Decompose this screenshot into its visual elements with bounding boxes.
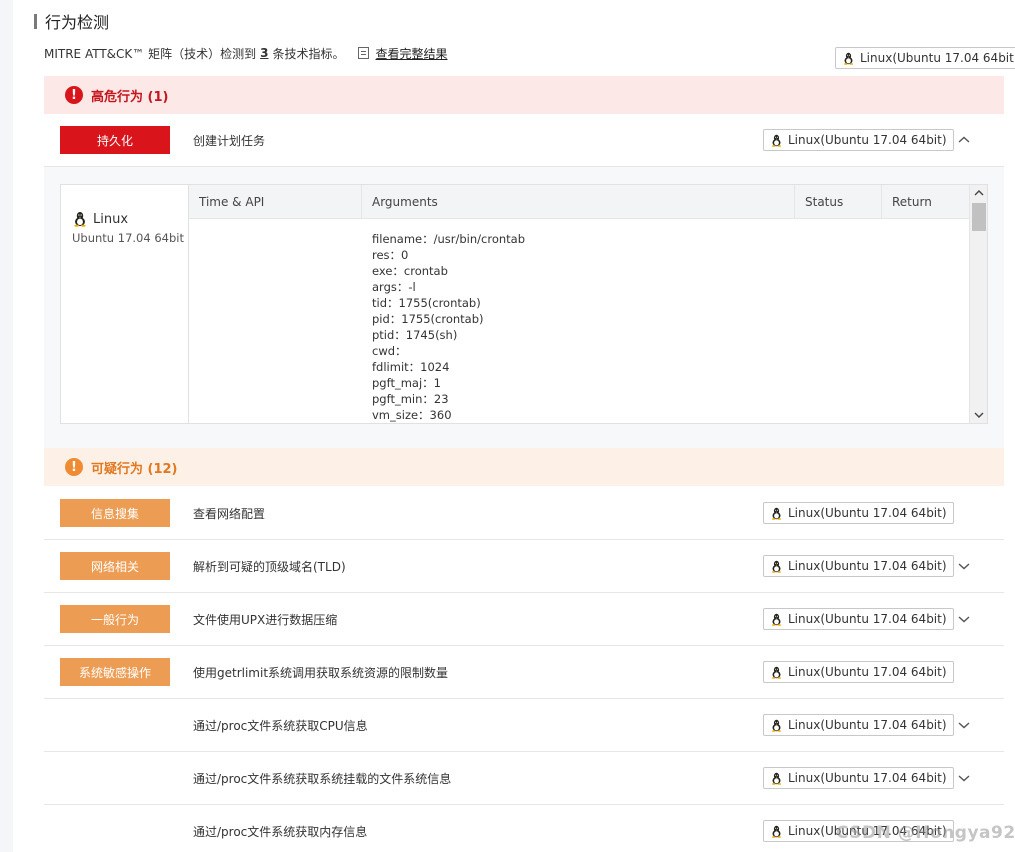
behavior-description: 通过/proc文件系统获取CPU信息 xyxy=(193,718,368,733)
tux-icon xyxy=(772,772,781,785)
scrollbar-thumb[interactable] xyxy=(972,203,986,231)
table-header: Time & API Arguments Status Return xyxy=(189,185,969,219)
os-tag-label: Linux(Ubuntu 17.04 64bit) xyxy=(860,51,1015,65)
behavior-description: 解析到可疑的顶级域名(TLD) xyxy=(193,559,346,574)
detail-card: Linux Ubuntu 17.04 64bit Time & API Argu… xyxy=(60,184,988,424)
chevron-down-icon[interactable] xyxy=(956,612,972,626)
os-tag: Linux(Ubuntu 17.04 64bit) xyxy=(763,608,954,630)
os-tag: Linux(Ubuntu 17.04 64bit) xyxy=(763,767,954,789)
behavior-tag: 信息搜集 xyxy=(60,499,170,527)
mitre-summary: MITRE ATT&CK™ 矩阵（技术）检测到 3 条技术指标。 查看完整结果 xyxy=(44,44,448,62)
chevron-down-icon[interactable] xyxy=(956,559,972,573)
os-tag-label: Linux(Ubuntu 17.04 64bit) xyxy=(788,559,947,573)
behavior-detail-panel: Linux Ubuntu 17.04 64bit Time & API Argu… xyxy=(44,166,1004,448)
behavior-row[interactable]: 系统敏感操作 使用getrlimit系统调用获取系统资源的限制数量 Linux(… xyxy=(44,646,1004,699)
host-os-version: Ubuntu 17.04 64bit xyxy=(72,231,184,245)
host-os: Linux xyxy=(73,211,128,227)
tux-icon xyxy=(772,134,781,147)
os-tag: Linux(Ubuntu 17.04 64bit) xyxy=(763,502,954,524)
behavior-row[interactable]: 一般行为 文件使用UPX进行数据压缩 Linux(Ubuntu 17.04 64… xyxy=(44,593,1004,646)
behavior-tag: 网络相关 xyxy=(60,552,170,580)
os-tag: Linux(Ubuntu 17.04 64bit) xyxy=(763,555,954,577)
argument-line: fdlimit：1024 xyxy=(372,360,450,374)
arguments-cell: filename：/usr/bin/crontab res：0 exe：cron… xyxy=(372,231,525,423)
os-tag-label: Linux(Ubuntu 17.04 64bit) xyxy=(788,133,947,147)
host-info: Linux Ubuntu 17.04 64bit xyxy=(61,185,189,423)
os-tag: Linux(Ubuntu 17.04 64bit) xyxy=(835,47,1015,69)
mitre-suffix: 条技术指标。 xyxy=(272,46,345,61)
argument-line: tid：1755(crontab) xyxy=(372,296,481,310)
behavior-tag: 一般行为 xyxy=(60,605,170,633)
chevron-up-icon[interactable] xyxy=(956,133,972,147)
title-bar-marker xyxy=(34,13,37,29)
os-tag: Linux(Ubuntu 17.04 64bit) xyxy=(763,129,954,151)
behavior-description: 通过/proc文件系统获取系统挂载的文件系统信息 xyxy=(193,771,452,786)
column-header-status[interactable]: Status xyxy=(795,185,882,219)
behavior-description: 通过/proc文件系统获取内存信息 xyxy=(193,824,368,839)
argument-line: pgft_min：23 xyxy=(372,392,449,406)
tux-icon xyxy=(772,666,781,679)
behavior-row[interactable]: 网络相关 解析到可疑的顶级域名(TLD) Linux(Ubuntu 17.04 … xyxy=(44,540,1004,593)
mitre-count[interactable]: 3 xyxy=(260,46,268,60)
os-tag: Linux(Ubuntu 17.04 64bit) xyxy=(763,820,954,842)
behavior-row[interactable]: 信息搜集 查看网络配置 Linux(Ubuntu 17.04 64bit) xyxy=(44,487,1004,540)
os-tag-label: Linux(Ubuntu 17.04 64bit) xyxy=(788,824,947,838)
behavior-description: 文件使用UPX进行数据压缩 xyxy=(193,612,338,627)
argument-line: cwd： xyxy=(372,344,407,358)
tux-icon xyxy=(772,825,781,838)
suspicious-header: ! 可疑行为 (12) xyxy=(44,448,1004,486)
section-title-text: 行为检测 xyxy=(45,13,110,32)
tux-icon xyxy=(844,52,853,65)
high-risk-header: ! 高危行为 (1) xyxy=(44,76,1004,114)
column-header-time-api[interactable]: Time & API xyxy=(189,185,362,219)
argument-line: exe：crontab xyxy=(372,264,448,278)
os-tag-label: Linux(Ubuntu 17.04 64bit) xyxy=(788,771,947,785)
behavior-tag: 持久化 xyxy=(60,126,170,154)
argument-line: vm_size：360 xyxy=(372,408,452,422)
api-call-table: Time & API Arguments Status Return filen… xyxy=(189,185,969,423)
tux-icon xyxy=(74,211,86,227)
os-tag: Linux(Ubuntu 17.04 64bit) xyxy=(763,714,954,736)
os-tag-label: Linux(Ubuntu 17.04 64bit) xyxy=(788,718,947,732)
behavior-description: 使用getrlimit系统调用获取系统资源的限制数量 xyxy=(193,665,449,680)
mitre-prefix: MITRE ATT&CK™ 矩阵（技术）检测到 xyxy=(44,46,257,61)
argument-line: res：0 xyxy=(372,248,409,262)
behavior-row[interactable]: 通过/proc文件系统获取系统挂载的文件系统信息 Linux(Ubuntu 17… xyxy=(44,752,1004,805)
document-icon xyxy=(358,47,370,59)
behavior-description: 创建计划任务 xyxy=(193,133,266,148)
argument-line: pid：1755(crontab) xyxy=(372,312,484,326)
column-header-arguments[interactable]: Arguments xyxy=(362,185,795,219)
os-tag-label: Linux(Ubuntu 17.04 64bit) xyxy=(788,506,947,520)
scroll-down-arrow-icon[interactable] xyxy=(973,410,985,420)
behavior-row[interactable]: 通过/proc文件系统获取内存信息 Linux(Ubuntu 17.04 64b… xyxy=(44,805,1004,852)
high-risk-title: 高危行为 (1) xyxy=(91,89,169,105)
column-header-return[interactable]: Return xyxy=(882,185,969,219)
tux-icon xyxy=(772,560,781,573)
behavior-row[interactable]: 通过/proc文件系统获取CPU信息 Linux(Ubuntu 17.04 64… xyxy=(44,699,1004,752)
chevron-down-icon[interactable] xyxy=(956,771,972,785)
os-tag-label: Linux(Ubuntu 17.04 64bit) xyxy=(788,612,947,626)
behavior-tag: 系统敏感操作 xyxy=(60,658,170,686)
scroll-up-arrow-icon[interactable] xyxy=(973,188,985,198)
tux-icon xyxy=(772,613,781,626)
suspicious-title: 可疑行为 (12) xyxy=(91,461,178,477)
table-scrollbar[interactable] xyxy=(969,185,987,423)
host-os-name: Linux xyxy=(93,211,129,227)
alert-icon: ! xyxy=(65,86,83,104)
chevron-down-icon[interactable] xyxy=(956,718,972,732)
left-gutter xyxy=(0,0,13,852)
tux-icon xyxy=(772,719,781,732)
section-title: 行为检测 xyxy=(34,10,109,32)
behavior-row[interactable]: 持久化 创建计划任务 Linux(Ubuntu 17.04 64bit) xyxy=(44,114,1004,167)
argument-line: args：-l xyxy=(372,280,416,294)
argument-line: ptid：1745(sh) xyxy=(372,328,458,342)
tux-icon xyxy=(772,507,781,520)
behavior-description: 查看网络配置 xyxy=(193,506,266,521)
argument-line: pgft_maj：1 xyxy=(372,376,441,390)
argument-line: filename：/usr/bin/crontab xyxy=(372,232,526,246)
view-full-results-link[interactable]: 查看完整结果 xyxy=(375,45,447,62)
alert-icon: ! xyxy=(65,458,83,476)
os-tag: Linux(Ubuntu 17.04 64bit) xyxy=(763,661,954,683)
os-tag-label: Linux(Ubuntu 17.04 64bit) xyxy=(788,665,947,679)
